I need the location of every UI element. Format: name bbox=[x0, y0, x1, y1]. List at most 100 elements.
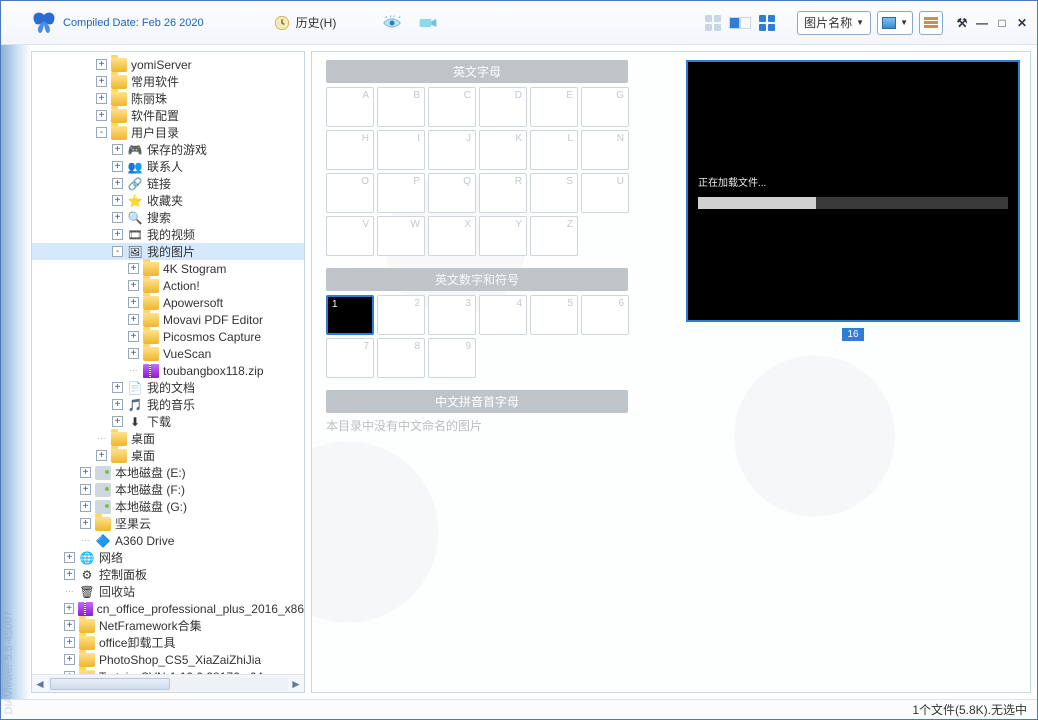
tree-node[interactable]: +VueScan bbox=[32, 345, 304, 362]
tree-node[interactable]: +软件配置 bbox=[32, 107, 304, 124]
tree-node[interactable]: +🌐网络 bbox=[32, 549, 304, 566]
expand-toggle[interactable]: + bbox=[96, 93, 107, 104]
tree-node[interactable]: +office卸载工具 bbox=[32, 634, 304, 651]
view-large-icons[interactable] bbox=[757, 13, 777, 33]
filter-cell[interactable]: 7 bbox=[326, 338, 374, 378]
expand-toggle[interactable]: + bbox=[112, 229, 123, 240]
filter-cell[interactable]: G bbox=[581, 87, 629, 127]
filter-cell[interactable]: 9 bbox=[428, 338, 476, 378]
scroll-thumb[interactable] bbox=[50, 678, 170, 690]
filter-cell[interactable]: R bbox=[479, 173, 527, 213]
filter-cell[interactable]: J bbox=[428, 130, 476, 170]
tree-node[interactable]: +🔍搜索 bbox=[32, 209, 304, 226]
filter-cell[interactable]: K bbox=[479, 130, 527, 170]
expand-toggle[interactable]: - bbox=[112, 246, 123, 257]
camera-tool-button[interactable] bbox=[410, 9, 446, 37]
preview-image[interactable]: 正在加载文件... bbox=[686, 60, 1020, 322]
view-split[interactable] bbox=[729, 17, 751, 29]
filter-cell[interactable]: S bbox=[530, 173, 578, 213]
filter-cell[interactable]: 8 bbox=[377, 338, 425, 378]
expand-toggle[interactable]: + bbox=[128, 331, 139, 342]
filter-cell[interactable]: D bbox=[479, 87, 527, 127]
tree-node[interactable]: +陈丽珠 bbox=[32, 90, 304, 107]
expand-toggle[interactable]: + bbox=[96, 76, 107, 87]
tree-node[interactable]: +Action! bbox=[32, 277, 304, 294]
filter-cell[interactable]: V bbox=[326, 216, 374, 256]
tree-node[interactable]: +🔗链接 bbox=[32, 175, 304, 192]
tree-node[interactable]: +⚙控制面板 bbox=[32, 566, 304, 583]
view-mode-dropdown[interactable]: ▼ bbox=[877, 11, 913, 35]
scroll-right-icon[interactable]: ► bbox=[288, 676, 304, 692]
filter-cell[interactable]: H bbox=[326, 130, 374, 170]
expand-toggle[interactable]: + bbox=[96, 450, 107, 461]
filter-cell[interactable]: B bbox=[377, 87, 425, 127]
tree-node[interactable]: -🖼我的图片 bbox=[32, 243, 304, 260]
expand-toggle[interactable]: + bbox=[64, 671, 75, 674]
tree-node[interactable]: +4K Stogram bbox=[32, 260, 304, 277]
expand-toggle[interactable]: + bbox=[80, 467, 91, 478]
expand-toggle[interactable]: + bbox=[112, 161, 123, 172]
minimize-button[interactable]: — bbox=[975, 16, 989, 30]
expand-toggle[interactable]: + bbox=[96, 59, 107, 70]
tree-node[interactable]: +坚果云 bbox=[32, 515, 304, 532]
filter-cell[interactable]: L bbox=[530, 130, 578, 170]
filter-cell[interactable]: O bbox=[326, 173, 374, 213]
tree-node[interactable]: +Movavi PDF Editor bbox=[32, 311, 304, 328]
maximize-button[interactable]: □ bbox=[995, 16, 1009, 30]
expand-toggle[interactable]: + bbox=[128, 297, 139, 308]
tree-node[interactable]: +本地磁盘 (F:) bbox=[32, 481, 304, 498]
expand-toggle[interactable]: + bbox=[112, 382, 123, 393]
expand-toggle[interactable]: + bbox=[80, 501, 91, 512]
filter-cell[interactable]: 5 bbox=[530, 295, 578, 335]
tree-node[interactable]: +TortoiseSVN-1.10.0.28176-x64 bbox=[32, 668, 304, 674]
tree-node[interactable]: +本地磁盘 (G:) bbox=[32, 498, 304, 515]
filter-cell[interactable]: A bbox=[326, 87, 374, 127]
tree-node[interactable]: +常用软件 bbox=[32, 73, 304, 90]
filter-cell[interactable]: Y bbox=[479, 216, 527, 256]
filter-cell[interactable]: N bbox=[581, 130, 629, 170]
tree-node[interactable]: ⋯桌面 bbox=[32, 430, 304, 447]
expand-toggle[interactable]: + bbox=[64, 637, 75, 648]
filter-cell[interactable]: Q bbox=[428, 173, 476, 213]
expand-toggle[interactable]: + bbox=[64, 569, 75, 580]
tree-node[interactable]: +cn_office_professional_plus_2016_x86 bbox=[32, 600, 304, 617]
expand-toggle[interactable]: + bbox=[112, 416, 123, 427]
expand-toggle[interactable]: + bbox=[112, 399, 123, 410]
tree-node[interactable]: +📄我的文档 bbox=[32, 379, 304, 396]
tree-node[interactable]: +Picosmos Capture bbox=[32, 328, 304, 345]
expand-toggle[interactable]: - bbox=[96, 127, 107, 138]
expand-toggle[interactable]: + bbox=[80, 518, 91, 529]
filter-cell[interactable]: W bbox=[377, 216, 425, 256]
filter-cell[interactable]: I bbox=[377, 130, 425, 170]
sort-dropdown[interactable]: 图片名称 ▼ bbox=[797, 11, 871, 35]
tree-node[interactable]: +桌面 bbox=[32, 447, 304, 464]
tree-node[interactable]: ⋯🗑回收站 bbox=[32, 583, 304, 600]
tree-node[interactable]: +Apowersoft bbox=[32, 294, 304, 311]
expand-toggle[interactable]: + bbox=[112, 178, 123, 189]
tree-node[interactable]: +👥联系人 bbox=[32, 158, 304, 175]
tree-node[interactable]: -用户目录 bbox=[32, 124, 304, 141]
history-button[interactable]: 历史(H) bbox=[264, 9, 345, 37]
expand-toggle[interactable]: + bbox=[64, 552, 75, 563]
tree-node[interactable]: ⋯🔷A360 Drive bbox=[32, 532, 304, 549]
list-mode-dropdown[interactable] bbox=[919, 11, 943, 35]
expand-toggle[interactable]: + bbox=[64, 603, 74, 614]
expand-toggle[interactable]: + bbox=[128, 314, 139, 325]
eye-tool-button[interactable] bbox=[374, 9, 410, 37]
expand-toggle[interactable]: + bbox=[112, 144, 123, 155]
expand-toggle[interactable]: + bbox=[96, 110, 107, 121]
expand-toggle[interactable]: + bbox=[80, 484, 91, 495]
tree-node[interactable]: ⋯toubangbox118.zip bbox=[32, 362, 304, 379]
filter-cell[interactable]: E bbox=[530, 87, 578, 127]
expand-toggle[interactable]: + bbox=[64, 620, 75, 631]
filter-cell[interactable]: Z bbox=[530, 216, 578, 256]
expand-toggle[interactable]: + bbox=[64, 654, 75, 665]
filter-cell[interactable]: C bbox=[428, 87, 476, 127]
filter-cell[interactable]: 1 bbox=[326, 295, 374, 335]
expand-toggle[interactable]: + bbox=[128, 263, 139, 274]
scroll-left-icon[interactable]: ◄ bbox=[32, 676, 48, 692]
tree-node[interactable]: +PhotoShop_CS5_XiaZaiZhiJia bbox=[32, 651, 304, 668]
tree-node[interactable]: +yomiServer bbox=[32, 56, 304, 73]
filter-cell[interactable]: X bbox=[428, 216, 476, 256]
tree-node[interactable]: +NetFramework合集 bbox=[32, 617, 304, 634]
